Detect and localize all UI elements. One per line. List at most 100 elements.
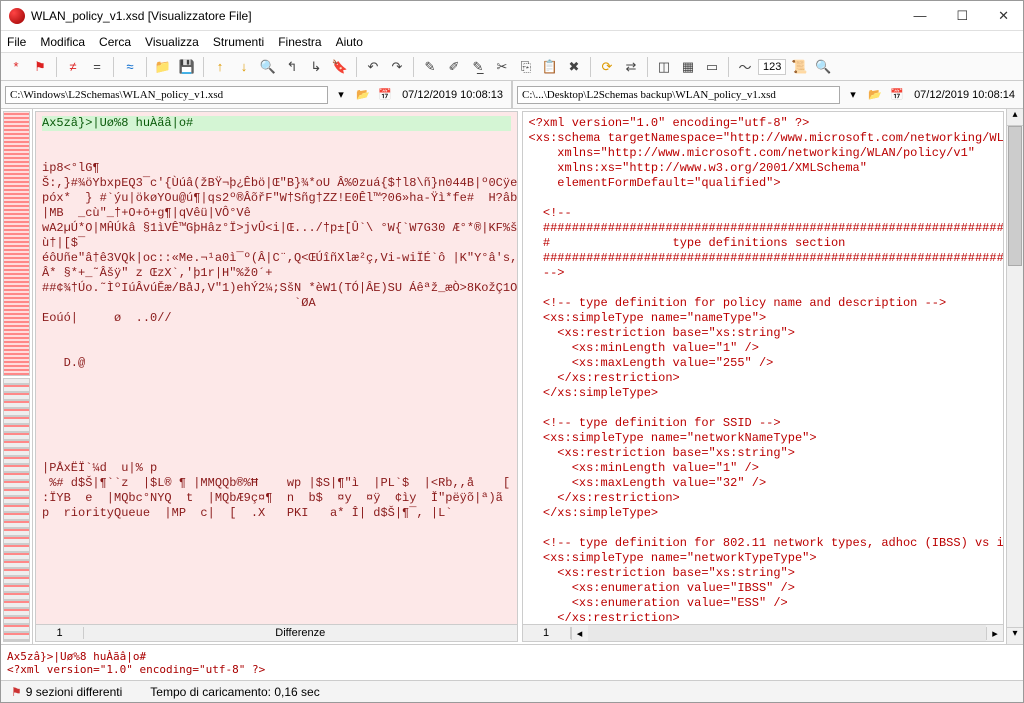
main-area: Ax5zâ}>|Uø%8 huÀãâ|o# ip8<°lG¶ Š:,}#¾öYb… xyxy=(1,109,1023,644)
menu-file[interactable]: File xyxy=(7,35,26,49)
arrow-up-icon[interactable]: ↑ xyxy=(209,56,231,78)
copy-icon[interactable]: ⎘ xyxy=(515,56,537,78)
open-folder-icon[interactable]: 📂 xyxy=(354,86,372,104)
find-prev-icon[interactable]: ↰ xyxy=(281,56,303,78)
left-path-input[interactable] xyxy=(5,86,328,104)
menu-view[interactable]: Visualizza xyxy=(145,35,199,49)
find-next-icon[interactable]: ↳ xyxy=(305,56,327,78)
separator xyxy=(728,57,729,77)
menu-search[interactable]: Cerca xyxy=(99,35,131,49)
separator xyxy=(146,57,147,77)
compare-line-1: Ax5zâ}>|Uø%8 huÀãâ|o# xyxy=(7,650,1017,663)
menu-edit[interactable]: Modifica xyxy=(40,35,85,49)
undo-icon[interactable]: ↶ xyxy=(362,56,384,78)
left-path-cell: ▾ 📂 📅 07/12/2019 10:08:13 xyxy=(1,86,511,104)
close-button[interactable]: ✕ xyxy=(992,6,1015,26)
menu-help[interactable]: Aiuto xyxy=(336,35,363,49)
bottom-compare-bar: Ax5zâ}>|Uø%8 huÀãâ|o# <?xml version="1.0… xyxy=(1,644,1023,680)
left-header-line: Ax5zâ}>|Uø%8 huÀãâ|o# xyxy=(42,116,511,131)
dropdown-icon[interactable]: ▾ xyxy=(332,86,350,104)
minimize-button[interactable]: — xyxy=(907,6,932,26)
right-pane: <?xml version="1.0" encoding="utf-8" ?> … xyxy=(522,111,1005,642)
app-icon xyxy=(9,8,25,24)
path-row: ▾ 📂 📅 07/12/2019 10:08:13 ▾ 📂 📅 07/12/20… xyxy=(1,81,1023,109)
dropdown-icon[interactable]: ▾ xyxy=(844,86,862,104)
separator xyxy=(590,57,591,77)
arrow-down-icon[interactable]: ↓ xyxy=(233,56,255,78)
calendar-icon[interactable]: 📅 xyxy=(888,86,906,104)
delete-icon[interactable]: ✖ xyxy=(563,56,585,78)
separator xyxy=(647,57,648,77)
menu-window[interactable]: Finestra xyxy=(278,35,321,49)
edit-icon[interactable]: ✎̲ xyxy=(467,56,489,78)
right-content[interactable]: <?xml version="1.0" encoding="utf-8" ?> … xyxy=(523,112,1004,624)
left-timestamp: 07/12/2019 10:08:13 xyxy=(398,89,507,101)
overview-sidebar[interactable] xyxy=(1,109,33,644)
scroll-down-arrow[interactable]: ▾ xyxy=(1007,627,1023,644)
toolbar: * ⚑ ≠ = ≈ 📁 💾 ↑ ↓ 🔍 ↰ ↳ 🔖 ↶ ↷ ✎ ✐ ✎̲ ✂ ⎘… xyxy=(1,53,1023,81)
hscroll-track[interactable] xyxy=(588,625,987,641)
diff-flag-icon: ⚑ xyxy=(11,685,22,699)
vscroll-track[interactable] xyxy=(1007,126,1023,627)
layout-single-icon[interactable]: ▭ xyxy=(701,56,723,78)
statusbar: ⚑9 sezioni differenti Tempo di caricamen… xyxy=(1,680,1023,702)
right-body-text: <?xml version="1.0" encoding="utf-8" ?> … xyxy=(529,116,1004,624)
left-line-num: 1 xyxy=(36,627,84,639)
separator xyxy=(56,57,57,77)
open-folder-icon[interactable]: 📂 xyxy=(866,86,884,104)
equal-icon[interactable]: = xyxy=(86,56,108,78)
binoculars-icon[interactable]: 🔍 xyxy=(257,56,279,78)
right-line-num: 1 xyxy=(523,627,571,639)
app-window: WLAN_policy_v1.xsd [Visualizzatore File]… xyxy=(0,0,1024,703)
layout-grid-icon[interactable]: ▦ xyxy=(677,56,699,78)
menu-tools[interactable]: Strumenti xyxy=(213,35,264,49)
left-hscroll: 1 Differenze xyxy=(36,624,517,641)
scroll-right-arrow[interactable]: ▸ xyxy=(986,627,1003,640)
right-hscroll: 1 ◂ ▸ xyxy=(523,624,1004,641)
right-path-input[interactable] xyxy=(517,86,840,104)
not-equal-icon[interactable]: ≠ xyxy=(62,56,84,78)
vscroll-thumb[interactable] xyxy=(1008,126,1022,266)
cut-icon[interactable]: ✂ xyxy=(491,56,513,78)
left-pane: Ax5zâ}>|Uø%8 huÀãâ|o# ip8<°lG¶ Š:,}#¾öYb… xyxy=(35,111,518,642)
approx-icon[interactable]: ≈ xyxy=(119,56,141,78)
right-timestamp: 07/12/2019 10:08:14 xyxy=(910,89,1019,101)
calendar-icon[interactable]: 📅 xyxy=(376,86,394,104)
zoom-icon[interactable]: 🔍 xyxy=(812,56,834,78)
separator xyxy=(113,57,114,77)
swap-icon[interactable]: ⇄ xyxy=(620,56,642,78)
scroll-left-arrow[interactable]: ◂ xyxy=(571,627,588,640)
scroll-icon[interactable]: 📜 xyxy=(788,56,810,78)
scroll-up-arrow[interactable]: ▴ xyxy=(1007,109,1023,126)
status-load-time: Tempo di caricamento: 0,16 sec xyxy=(150,685,319,699)
separator xyxy=(356,57,357,77)
left-scroll-label: Differenze xyxy=(84,627,517,639)
left-body-text: ip8<°lG¶ Š:,}#¾öYbxpEQ3¯c'{Ùúâ(žBŸ¬þ¿Êbö… xyxy=(42,161,517,520)
layout-split-icon[interactable]: ◫ xyxy=(653,56,675,78)
refresh-icon[interactable]: ⟳ xyxy=(596,56,618,78)
separator xyxy=(413,57,414,77)
wave-icon[interactable]: 〜 xyxy=(734,56,756,78)
titlebar: WLAN_policy_v1.xsd [Visualizzatore File]… xyxy=(1,1,1023,31)
window-controls: — ☐ ✕ xyxy=(907,6,1015,26)
flag-icon[interactable]: ⚑ xyxy=(29,56,51,78)
overview-strip-right[interactable] xyxy=(3,378,30,643)
compare-panes: Ax5zâ}>|Uø%8 huÀãâ|o# ip8<°lG¶ Š:,}#¾öYb… xyxy=(33,109,1023,644)
star-icon[interactable]: * xyxy=(5,56,27,78)
compare-line-2: <?xml version="1.0" encoding="utf-8" ?> xyxy=(7,663,1017,676)
window-title: WLAN_policy_v1.xsd [Visualizzatore File] xyxy=(31,9,907,23)
paste-icon[interactable]: 📋 xyxy=(539,56,561,78)
line-number-box[interactable]: 123 xyxy=(758,59,786,75)
menubar: File Modifica Cerca Visualizza Strumenti… xyxy=(1,31,1023,53)
save-icon[interactable]: 💾 xyxy=(176,56,198,78)
pencil-group-icon[interactable]: ✐ xyxy=(443,56,465,78)
vertical-scrollbar[interactable]: ▴ ▾ xyxy=(1006,109,1023,644)
pencil-icon[interactable]: ✎ xyxy=(419,56,441,78)
maximize-button[interactable]: ☐ xyxy=(950,6,974,26)
redo-icon[interactable]: ↷ xyxy=(386,56,408,78)
overview-strip-left[interactable] xyxy=(3,111,30,376)
status-diffs: ⚑9 sezioni differenti xyxy=(11,685,122,699)
folder-dual-icon[interactable]: 📁 xyxy=(152,56,174,78)
bookmark-icon[interactable]: 🔖 xyxy=(329,56,351,78)
left-content[interactable]: Ax5zâ}>|Uø%8 huÀãâ|o# ip8<°lG¶ Š:,}#¾öYb… xyxy=(36,112,517,624)
